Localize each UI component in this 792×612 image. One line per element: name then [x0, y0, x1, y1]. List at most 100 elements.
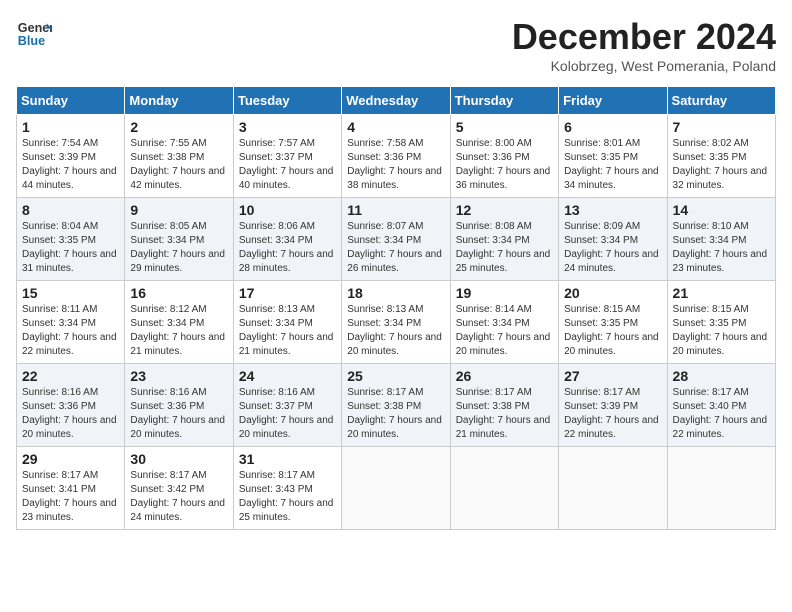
calendar-cell [450, 447, 558, 530]
calendar-cell: 23 Sunrise: 8:16 AM Sunset: 3:36 PM Dayl… [125, 364, 233, 447]
day-info: Sunrise: 8:15 AM Sunset: 3:35 PM Dayligh… [564, 303, 661, 359]
calendar-table: SundayMondayTuesdayWednesdayThursdayFrid… [16, 86, 776, 530]
day-info: Sunrise: 8:13 AM Sunset: 3:34 PM Dayligh… [239, 303, 336, 359]
calendar-cell: 5 Sunrise: 8:00 AM Sunset: 3:36 PM Dayli… [450, 115, 558, 198]
calendar-week-row: 22 Sunrise: 8:16 AM Sunset: 3:36 PM Dayl… [17, 364, 776, 447]
day-number: 31 [239, 451, 336, 467]
col-header-sunday: Sunday [17, 87, 125, 115]
day-info: Sunrise: 8:17 AM Sunset: 3:38 PM Dayligh… [456, 386, 553, 442]
day-number: 25 [347, 368, 444, 384]
calendar-cell [667, 447, 775, 530]
col-header-monday: Monday [125, 87, 233, 115]
day-number: 3 [239, 119, 336, 135]
calendar-cell: 7 Sunrise: 8:02 AM Sunset: 3:35 PM Dayli… [667, 115, 775, 198]
day-info: Sunrise: 8:00 AM Sunset: 3:36 PM Dayligh… [456, 137, 553, 193]
calendar-cell [559, 447, 667, 530]
calendar-week-row: 15 Sunrise: 8:11 AM Sunset: 3:34 PM Dayl… [17, 281, 776, 364]
calendar-cell: 16 Sunrise: 8:12 AM Sunset: 3:34 PM Dayl… [125, 281, 233, 364]
calendar-cell: 28 Sunrise: 8:17 AM Sunset: 3:40 PM Dayl… [667, 364, 775, 447]
day-number: 14 [673, 202, 770, 218]
calendar-cell: 17 Sunrise: 8:13 AM Sunset: 3:34 PM Dayl… [233, 281, 341, 364]
day-number: 18 [347, 285, 444, 301]
day-info: Sunrise: 8:07 AM Sunset: 3:34 PM Dayligh… [347, 220, 444, 276]
calendar-cell: 22 Sunrise: 8:16 AM Sunset: 3:36 PM Dayl… [17, 364, 125, 447]
col-header-friday: Friday [559, 87, 667, 115]
logo-icon: General Blue [16, 16, 52, 52]
day-info: Sunrise: 8:17 AM Sunset: 3:40 PM Dayligh… [673, 386, 770, 442]
day-number: 8 [22, 202, 119, 218]
calendar-cell: 15 Sunrise: 8:11 AM Sunset: 3:34 PM Dayl… [17, 281, 125, 364]
calendar-cell: 19 Sunrise: 8:14 AM Sunset: 3:34 PM Dayl… [450, 281, 558, 364]
svg-text:Blue: Blue [18, 34, 45, 48]
location-subtitle: Kolobrzeg, West Pomerania, Poland [512, 58, 776, 74]
day-info: Sunrise: 8:17 AM Sunset: 3:43 PM Dayligh… [239, 469, 336, 525]
day-info: Sunrise: 8:08 AM Sunset: 3:34 PM Dayligh… [456, 220, 553, 276]
day-info: Sunrise: 7:55 AM Sunset: 3:38 PM Dayligh… [130, 137, 227, 193]
day-number: 20 [564, 285, 661, 301]
day-info: Sunrise: 8:11 AM Sunset: 3:34 PM Dayligh… [22, 303, 119, 359]
calendar-cell: 3 Sunrise: 7:57 AM Sunset: 3:37 PM Dayli… [233, 115, 341, 198]
day-info: Sunrise: 8:13 AM Sunset: 3:34 PM Dayligh… [347, 303, 444, 359]
day-number: 7 [673, 119, 770, 135]
calendar-cell: 13 Sunrise: 8:09 AM Sunset: 3:34 PM Dayl… [559, 198, 667, 281]
calendar-cell: 9 Sunrise: 8:05 AM Sunset: 3:34 PM Dayli… [125, 198, 233, 281]
day-number: 6 [564, 119, 661, 135]
day-info: Sunrise: 8:16 AM Sunset: 3:36 PM Dayligh… [130, 386, 227, 442]
day-info: Sunrise: 8:17 AM Sunset: 3:41 PM Dayligh… [22, 469, 119, 525]
day-number: 30 [130, 451, 227, 467]
calendar-cell: 14 Sunrise: 8:10 AM Sunset: 3:34 PM Dayl… [667, 198, 775, 281]
col-header-tuesday: Tuesday [233, 87, 341, 115]
day-info: Sunrise: 8:17 AM Sunset: 3:38 PM Dayligh… [347, 386, 444, 442]
calendar-cell: 1 Sunrise: 7:54 AM Sunset: 3:39 PM Dayli… [17, 115, 125, 198]
day-number: 12 [456, 202, 553, 218]
day-number: 10 [239, 202, 336, 218]
day-number: 16 [130, 285, 227, 301]
calendar-cell: 6 Sunrise: 8:01 AM Sunset: 3:35 PM Dayli… [559, 115, 667, 198]
day-info: Sunrise: 8:17 AM Sunset: 3:39 PM Dayligh… [564, 386, 661, 442]
calendar-cell: 29 Sunrise: 8:17 AM Sunset: 3:41 PM Dayl… [17, 447, 125, 530]
day-number: 5 [456, 119, 553, 135]
calendar-cell: 25 Sunrise: 8:17 AM Sunset: 3:38 PM Dayl… [342, 364, 450, 447]
calendar-cell [342, 447, 450, 530]
day-number: 13 [564, 202, 661, 218]
col-header-wednesday: Wednesday [342, 87, 450, 115]
day-info: Sunrise: 8:15 AM Sunset: 3:35 PM Dayligh… [673, 303, 770, 359]
col-header-saturday: Saturday [667, 87, 775, 115]
day-info: Sunrise: 8:05 AM Sunset: 3:34 PM Dayligh… [130, 220, 227, 276]
day-info: Sunrise: 8:16 AM Sunset: 3:37 PM Dayligh… [239, 386, 336, 442]
calendar-cell: 8 Sunrise: 8:04 AM Sunset: 3:35 PM Dayli… [17, 198, 125, 281]
calendar-cell: 12 Sunrise: 8:08 AM Sunset: 3:34 PM Dayl… [450, 198, 558, 281]
day-number: 19 [456, 285, 553, 301]
day-info: Sunrise: 8:06 AM Sunset: 3:34 PM Dayligh… [239, 220, 336, 276]
day-info: Sunrise: 8:12 AM Sunset: 3:34 PM Dayligh… [130, 303, 227, 359]
calendar-cell: 24 Sunrise: 8:16 AM Sunset: 3:37 PM Dayl… [233, 364, 341, 447]
day-number: 24 [239, 368, 336, 384]
logo: General Blue [16, 16, 52, 52]
day-info: Sunrise: 8:16 AM Sunset: 3:36 PM Dayligh… [22, 386, 119, 442]
day-info: Sunrise: 7:57 AM Sunset: 3:37 PM Dayligh… [239, 137, 336, 193]
day-info: Sunrise: 8:17 AM Sunset: 3:42 PM Dayligh… [130, 469, 227, 525]
col-header-thursday: Thursday [450, 87, 558, 115]
day-number: 26 [456, 368, 553, 384]
calendar-cell: 26 Sunrise: 8:17 AM Sunset: 3:38 PM Dayl… [450, 364, 558, 447]
day-number: 27 [564, 368, 661, 384]
page-header: General Blue December 2024 Kolobrzeg, We… [16, 16, 776, 74]
calendar-week-row: 8 Sunrise: 8:04 AM Sunset: 3:35 PM Dayli… [17, 198, 776, 281]
day-info: Sunrise: 7:54 AM Sunset: 3:39 PM Dayligh… [22, 137, 119, 193]
day-number: 11 [347, 202, 444, 218]
calendar-cell: 4 Sunrise: 7:58 AM Sunset: 3:36 PM Dayli… [342, 115, 450, 198]
calendar-cell: 2 Sunrise: 7:55 AM Sunset: 3:38 PM Dayli… [125, 115, 233, 198]
calendar-header-row: SundayMondayTuesdayWednesdayThursdayFrid… [17, 87, 776, 115]
day-info: Sunrise: 8:02 AM Sunset: 3:35 PM Dayligh… [673, 137, 770, 193]
calendar-cell: 11 Sunrise: 8:07 AM Sunset: 3:34 PM Dayl… [342, 198, 450, 281]
calendar-week-row: 1 Sunrise: 7:54 AM Sunset: 3:39 PM Dayli… [17, 115, 776, 198]
day-number: 21 [673, 285, 770, 301]
day-info: Sunrise: 8:04 AM Sunset: 3:35 PM Dayligh… [22, 220, 119, 276]
calendar-cell: 20 Sunrise: 8:15 AM Sunset: 3:35 PM Dayl… [559, 281, 667, 364]
day-number: 9 [130, 202, 227, 218]
day-number: 17 [239, 285, 336, 301]
day-info: Sunrise: 7:58 AM Sunset: 3:36 PM Dayligh… [347, 137, 444, 193]
calendar-cell: 27 Sunrise: 8:17 AM Sunset: 3:39 PM Dayl… [559, 364, 667, 447]
day-info: Sunrise: 8:09 AM Sunset: 3:34 PM Dayligh… [564, 220, 661, 276]
calendar-week-row: 29 Sunrise: 8:17 AM Sunset: 3:41 PM Dayl… [17, 447, 776, 530]
